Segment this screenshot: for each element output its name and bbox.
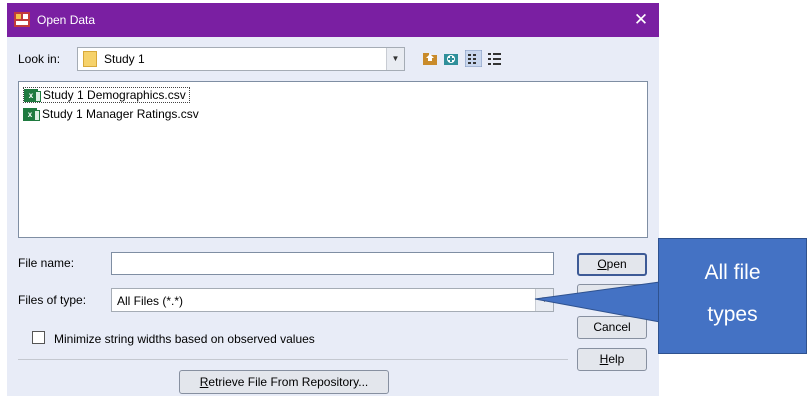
app-icon: [14, 12, 30, 27]
folder-icon: [83, 51, 97, 67]
chevron-down-icon[interactable]: ▼: [386, 48, 404, 70]
file-name-input[interactable]: [111, 252, 554, 275]
look-in-dropdown[interactable]: Study 1 ▼: [77, 47, 405, 71]
file-name-label: File name:: [18, 256, 75, 270]
details-view-icon[interactable]: [486, 50, 503, 67]
files-of-type-dropdown[interactable]: All Files (*.*) ▼: [111, 288, 554, 312]
file-item[interactable]: x Study 1 Manager Ratings.csv: [23, 106, 199, 122]
file-name: Study 1 Manager Ratings.csv: [42, 107, 199, 121]
paste-button[interactable]: Paste: [577, 284, 647, 307]
up-one-level-icon[interactable]: [422, 50, 439, 67]
files-of-type-value: All Files (*.*): [117, 294, 184, 308]
minimize-string-widths-checkbox[interactable]: [32, 331, 45, 344]
help-button[interactable]: Help: [577, 348, 647, 371]
files-of-type-label: Files of type:: [18, 293, 87, 307]
look-in-value: Study 1: [104, 52, 145, 66]
csv-file-icon: x: [23, 107, 40, 121]
close-icon: ✕: [633, 10, 649, 29]
look-in-label: Look in:: [18, 52, 61, 66]
open-button[interactable]: Open: [577, 253, 647, 276]
file-name: Study 1 Demographics.csv: [43, 88, 186, 102]
callout-text-line-2: types: [707, 303, 758, 326]
new-folder-icon[interactable]: [443, 50, 460, 67]
minimize-string-widths-label: Minimize string widths based on observed…: [54, 332, 315, 346]
title-bar: Open Data ✕: [7, 3, 659, 37]
close-button[interactable]: ✕: [627, 7, 655, 33]
csv-file-icon: x: [24, 88, 41, 102]
retrieve-from-repository-button[interactable]: Retrieve File From Repository...: [179, 370, 389, 394]
file-list[interactable]: x Study 1 Demographics.csv x Study 1 Man…: [18, 81, 648, 238]
annotation-callout: All file types: [658, 238, 807, 354]
file-item[interactable]: x Study 1 Demographics.csv: [23, 87, 190, 103]
window-title: Open Data: [37, 13, 96, 27]
callout-text-line-1: All file: [704, 261, 761, 284]
divider: [18, 359, 568, 360]
cancel-button[interactable]: Cancel: [577, 316, 647, 339]
list-view-icon[interactable]: [465, 50, 482, 67]
open-data-dialog: Open Data ✕ Look in: Study 1 ▼ x Study 1…: [7, 3, 659, 396]
chevron-down-icon[interactable]: ▼: [535, 289, 553, 311]
